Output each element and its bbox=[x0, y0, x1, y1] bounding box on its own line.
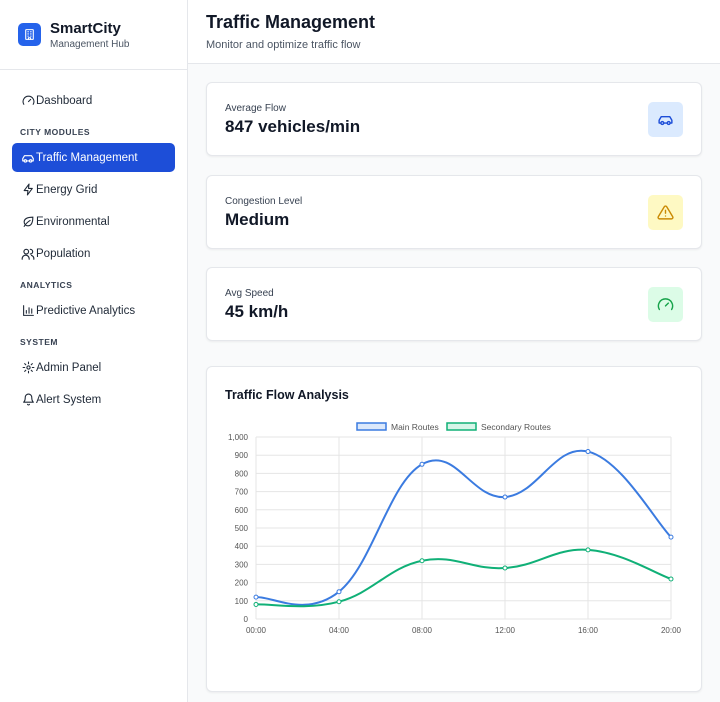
data-point bbox=[253, 601, 259, 607]
section-city-modules: CITY MODULES bbox=[20, 127, 91, 137]
data-point bbox=[502, 494, 508, 500]
sidebar-item-label: Predictive Analytics bbox=[36, 304, 136, 317]
sidebar-nav: Dashboard CITY MODULES Traffic Managemen… bbox=[0, 70, 187, 414]
data-point bbox=[336, 599, 342, 605]
legend-label: Secondary Routes bbox=[481, 422, 551, 432]
y-tick-label: 500 bbox=[235, 524, 249, 533]
x-tick-label: 00:00 bbox=[246, 626, 267, 635]
brand-name: SmartCity bbox=[50, 19, 121, 37]
y-tick-label: 600 bbox=[235, 506, 249, 515]
traffic-flow-chart-card: Traffic Flow Analysis 0 100 200 300 400 500 60… bbox=[206, 366, 702, 692]
sidebar-item-predictive[interactable]: Predictive Analytics bbox=[12, 296, 175, 325]
data-point bbox=[668, 534, 674, 540]
sidebar-item-label: Dashboard bbox=[36, 94, 93, 107]
users-icon bbox=[21, 247, 35, 261]
legend-label: Main Routes bbox=[391, 422, 439, 432]
lightning-icon bbox=[21, 183, 35, 197]
y-tick-label: 300 bbox=[235, 560, 249, 569]
brand: SmartCity Management Hub bbox=[0, 0, 187, 70]
stat-value: 45 km/h bbox=[225, 302, 289, 321]
sidebar: SmartCity Management Hub Dashboard CITY … bbox=[0, 0, 188, 702]
x-tick-label: 04:00 bbox=[329, 626, 350, 635]
y-tick-label: 700 bbox=[235, 488, 249, 497]
data-point bbox=[253, 594, 259, 600]
section-system: SYSTEM bbox=[20, 337, 58, 347]
data-point bbox=[336, 589, 342, 595]
data-point bbox=[668, 576, 674, 582]
y-tick-label: 900 bbox=[235, 451, 249, 460]
sidebar-item-alert[interactable]: Alert System bbox=[12, 385, 175, 414]
legend-swatch bbox=[446, 422, 477, 431]
sidebar-item-label: Admin Panel bbox=[36, 361, 102, 374]
x-tick-label: 20:00 bbox=[661, 626, 682, 635]
data-point bbox=[585, 449, 591, 455]
stat-label: Congestion Level bbox=[225, 196, 303, 207]
page-subtitle: Monitor and optimize traffic flow bbox=[206, 39, 361, 51]
gauge-icon bbox=[21, 94, 35, 108]
data-point bbox=[419, 461, 425, 467]
legend-swatch bbox=[356, 422, 387, 431]
traffic-flow-chart: 0 100 200 300 400 500 600 700 800 900 1,000 00:00 04… bbox=[228, 422, 682, 635]
car-icon bbox=[648, 102, 683, 137]
stat-card-congestion: Congestion Level Medium bbox=[206, 175, 702, 249]
y-tick-label: 800 bbox=[235, 469, 249, 478]
bar-chart-icon bbox=[21, 304, 35, 318]
x-tick-label: 12:00 bbox=[495, 626, 516, 635]
section-analytics: ANALYTICS bbox=[20, 280, 73, 290]
stat-label: Average Flow bbox=[225, 103, 286, 114]
bell-icon bbox=[21, 393, 35, 407]
stat-label: Avg Speed bbox=[225, 288, 274, 299]
stat-value: 847 vehicles/min bbox=[225, 117, 361, 136]
sidebar-item-traffic[interactable]: Traffic Management bbox=[12, 143, 175, 172]
data-point bbox=[419, 558, 425, 564]
stat-card-avg-speed: Avg Speed 45 km/h bbox=[206, 267, 702, 341]
speedometer-icon bbox=[648, 287, 683, 322]
stat-value: Medium bbox=[225, 210, 290, 229]
brand-subtitle: Management Hub bbox=[50, 38, 130, 50]
x-tick-label: 16:00 bbox=[578, 626, 599, 635]
series-line-1 bbox=[255, 548, 672, 608]
y-tick-label: 200 bbox=[235, 579, 249, 588]
page-header: Traffic Management Monitor and optimize … bbox=[188, 0, 720, 64]
gear-icon bbox=[21, 361, 35, 375]
sidebar-item-admin[interactable]: Admin Panel bbox=[12, 353, 175, 382]
stat-card-average-flow: Average Flow 847 vehicles/min bbox=[206, 82, 702, 156]
warning-icon bbox=[648, 195, 683, 230]
data-point bbox=[585, 547, 591, 553]
sidebar-item-label: Alert System bbox=[36, 393, 102, 406]
y-tick-label: 1,000 bbox=[228, 433, 249, 442]
page-title: Traffic Management bbox=[206, 12, 376, 32]
sidebar-item-label: Environmental bbox=[36, 215, 110, 228]
car-icon bbox=[21, 151, 35, 165]
sidebar-item-environmental[interactable]: Environmental bbox=[12, 207, 175, 236]
sidebar-item-label: Energy Grid bbox=[36, 183, 98, 196]
leaf-icon bbox=[21, 215, 35, 229]
data-point bbox=[502, 565, 508, 571]
sidebar-item-label: Population bbox=[36, 247, 91, 260]
sidebar-item-label: Traffic Management bbox=[36, 151, 138, 164]
sidebar-item-dashboard[interactable]: Dashboard bbox=[12, 86, 175, 115]
sidebar-item-population[interactable]: Population bbox=[12, 239, 175, 268]
y-tick-label: 400 bbox=[235, 542, 249, 551]
x-tick-label: 08:00 bbox=[412, 626, 433, 635]
y-tick-label: 0 bbox=[244, 615, 249, 624]
y-tick-label: 100 bbox=[235, 597, 249, 606]
sidebar-item-energy[interactable]: Energy Grid bbox=[12, 175, 175, 204]
building-icon bbox=[18, 23, 41, 46]
